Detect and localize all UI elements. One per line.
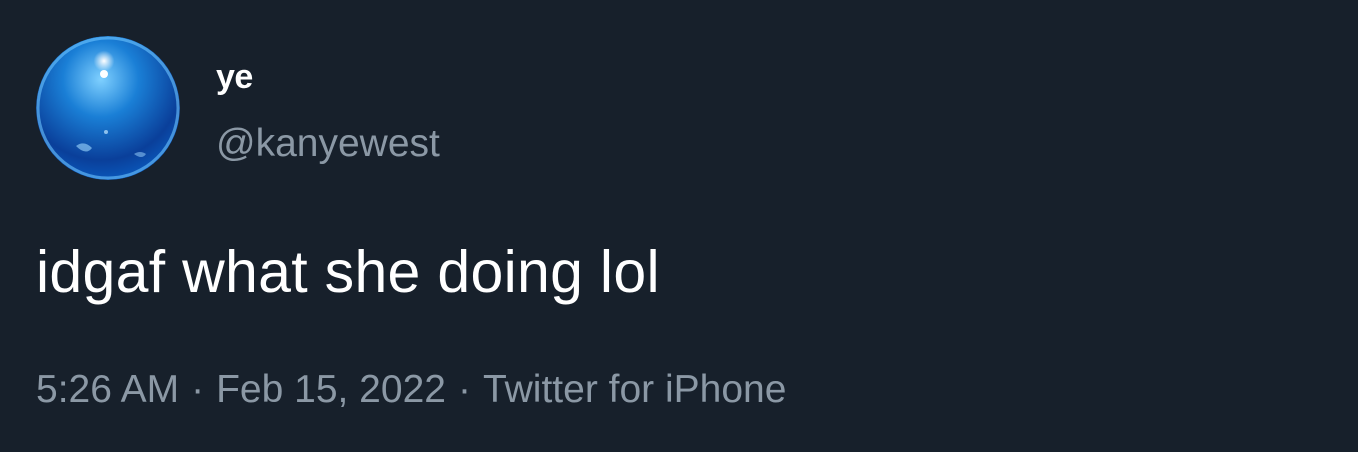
tweet-date[interactable]: Feb 15, 2022 [216,368,446,411]
tweet-text: idgaf what she doing lol [36,239,660,305]
tweet-meta: 5:26 AM · Feb 15, 2022 · Twitter for iPhone [36,368,786,412]
tweet-time[interactable]: 5:26 AM [36,368,179,411]
meta-separator: · [191,368,205,411]
meta-separator: · [457,368,471,411]
globe-icon [36,36,180,180]
display-name[interactable]: ye [216,58,253,97]
tweet-source[interactable]: Twitter for iPhone [483,368,786,411]
tweet-card: ye @kanyewest idgaf what she doing lol 5… [0,0,1358,452]
user-handle[interactable]: @kanyewest [216,122,440,166]
avatar[interactable] [36,36,180,180]
